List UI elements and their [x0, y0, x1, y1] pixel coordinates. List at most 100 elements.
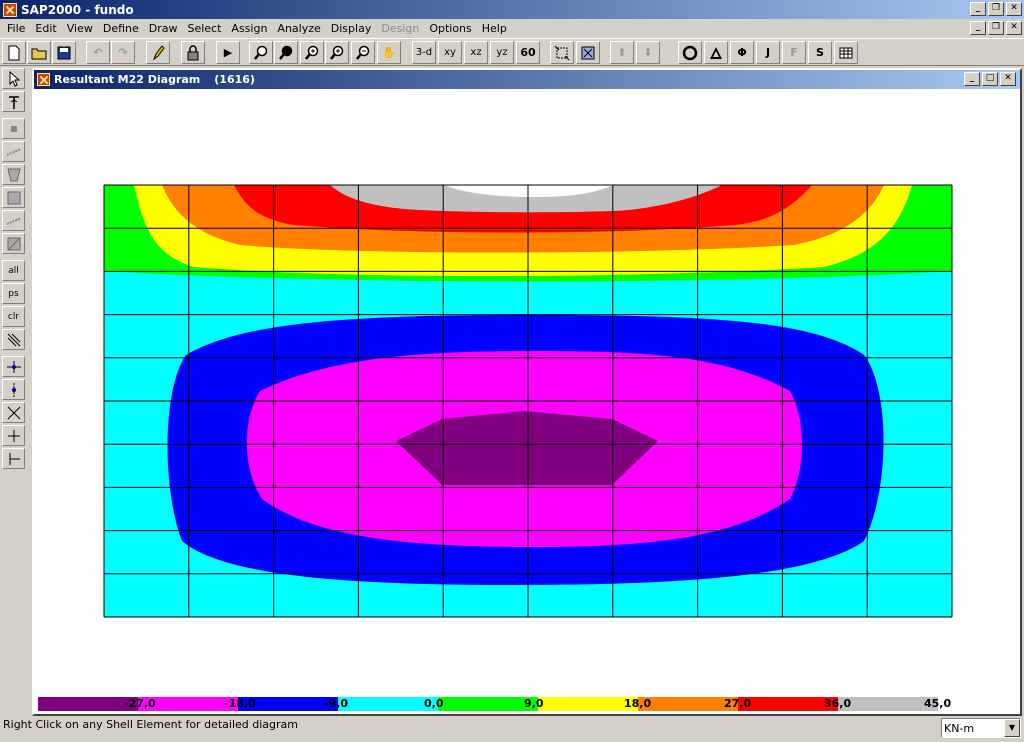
select-region-icon[interactable]	[550, 41, 574, 64]
frame-display-button[interactable]: F	[782, 41, 806, 64]
reshape-icon[interactable]	[2, 91, 25, 112]
restore-icon[interactable]: ❐	[988, 2, 1004, 16]
m22-contour-plot[interactable]	[34, 89, 1020, 714]
open-icon[interactable]	[27, 41, 51, 64]
menu-options[interactable]: Options	[424, 20, 476, 37]
joint-display-button[interactable]: J	[756, 41, 780, 64]
scale-swatch	[38, 697, 138, 711]
undo-icon[interactable]: ↶	[86, 41, 110, 64]
view-xz-button[interactable]: xz	[464, 41, 488, 64]
menu-assign[interactable]: Assign	[226, 20, 272, 37]
clear-select-button[interactable]: clr	[2, 306, 25, 327]
pencil-icon[interactable]	[146, 41, 170, 64]
scale-swatch	[538, 697, 638, 711]
view-3d-button[interactable]: 3-d	[412, 41, 436, 64]
left-toolbar: all ps clr	[0, 66, 27, 480]
zoom-out-icon[interactable]	[351, 41, 375, 64]
units-value: KN-m	[944, 721, 975, 735]
draw-frame-icon[interactable]	[2, 141, 25, 162]
close-icon[interactable]: ✕	[1006, 2, 1022, 16]
move-up-icon[interactable]: ⬆	[610, 41, 634, 64]
scale-label: 36,0	[824, 697, 852, 710]
pointer-icon[interactable]	[2, 68, 25, 89]
lock-icon[interactable]	[181, 41, 205, 64]
draw-joint-icon[interactable]	[2, 118, 25, 139]
table-icon[interactable]	[834, 41, 858, 64]
intersect-icon[interactable]	[2, 329, 25, 350]
status-message: Right Click on any Shell Element for det…	[3, 718, 298, 731]
triangle-display-icon[interactable]	[704, 41, 728, 64]
draw-line-icon[interactable]	[2, 210, 25, 231]
snap-perp-icon[interactable]	[2, 425, 25, 446]
color-scale-bar: -27,0 -18,0 -9,0 0,0 9,0 18,0 27,0 36,0 45,0	[38, 697, 951, 711]
scale-label: 9,0	[524, 697, 544, 710]
minimize-icon[interactable]: _	[970, 2, 986, 16]
select-all-button[interactable]: all	[2, 260, 25, 281]
zoom-in-step-icon[interactable]	[325, 41, 349, 64]
child-maximize-icon[interactable]: □	[982, 72, 998, 86]
units-select[interactable]: KN-m ▼	[941, 718, 1021, 738]
sap-logo-icon	[3, 2, 17, 17]
snap-mid-icon[interactable]	[2, 379, 25, 400]
menu-analyze[interactable]: Analyze	[272, 20, 325, 37]
scale-swatch	[438, 697, 538, 711]
statusbar: Right Click on any Shell Element for det…	[0, 716, 1024, 742]
menu-draw[interactable]: Draw	[144, 20, 183, 37]
zoom-window-icon[interactable]	[249, 41, 273, 64]
view-yz-button[interactable]: yz	[490, 41, 514, 64]
scale-label: 45,0	[924, 697, 952, 710]
snap-point-icon[interactable]	[2, 356, 25, 377]
scale-label: -18,0	[224, 697, 256, 710]
scale-swatch	[838, 697, 938, 711]
draw-rect-icon[interactable]	[2, 187, 25, 208]
new-icon[interactable]	[2, 41, 26, 64]
menubar: File Edit View Define Draw Select Assign…	[0, 19, 1024, 38]
menu-define[interactable]: Define	[98, 20, 144, 37]
scale-label: 0,0	[424, 697, 444, 710]
diagram-window-titlebar: Resultant M22 Diagram (1616) _ □ ✕	[34, 70, 1020, 89]
app-titlebar: SAP2000 - fundo _ ❐ ✕	[0, 0, 1024, 19]
diagram-title: Resultant M22 Diagram	[54, 73, 201, 86]
snap-intersect-icon[interactable]	[2, 402, 25, 423]
view-xy-button[interactable]: xy	[438, 41, 462, 64]
draw-quad-icon[interactable]	[2, 164, 25, 185]
diagram-subtitle: (1616)	[214, 73, 255, 86]
scale-swatch	[738, 697, 838, 711]
menu-help[interactable]: Help	[477, 20, 512, 37]
shell-display-button[interactable]: S	[808, 41, 832, 64]
run-analysis-icon[interactable]: ▶	[216, 41, 240, 64]
circle-display-icon[interactable]	[678, 41, 702, 64]
menu-file[interactable]: File	[2, 20, 30, 37]
zoom-in-icon[interactable]	[300, 41, 324, 64]
menu-select[interactable]: Select	[182, 20, 226, 37]
doc-close-icon[interactable]: ✕	[1006, 21, 1022, 35]
draw-area-icon[interactable]	[2, 233, 25, 254]
window-controls: _ ❐ ✕	[970, 2, 1022, 16]
menu-display[interactable]: Display	[326, 20, 377, 37]
scale-swatch	[638, 697, 738, 711]
phi-display-icon[interactable]: Φ	[730, 41, 754, 64]
select-all-icon[interactable]	[576, 41, 600, 64]
diagram-window-controls: _ □ ✕	[964, 72, 1016, 86]
save-icon[interactable]	[52, 41, 76, 64]
chevron-down-icon[interactable]: ▼	[1004, 719, 1020, 737]
snap-line-icon[interactable]	[2, 448, 25, 469]
menu-edit[interactable]: Edit	[30, 20, 61, 37]
scale-swatch	[338, 697, 438, 711]
pan-icon[interactable]: ✋	[377, 41, 401, 64]
redo-icon[interactable]: ↷	[111, 41, 135, 64]
child-minimize-icon[interactable]: _	[964, 72, 980, 86]
zoom-restore-icon[interactable]	[274, 41, 298, 64]
doc-minimize-icon[interactable]: _	[970, 21, 986, 35]
doc-restore-icon[interactable]: ❐	[988, 21, 1004, 35]
scale-label: -9,0	[324, 697, 349, 710]
app-title: SAP2000 - fundo	[21, 2, 134, 17]
child-close-icon[interactable]: ✕	[1000, 72, 1016, 86]
previous-select-button[interactable]: ps	[2, 283, 25, 304]
scale-label: 27,0	[724, 697, 752, 710]
menu-view[interactable]: View	[62, 20, 98, 37]
diagram-canvas[interactable]: -27,0 -18,0 -9,0 0,0 9,0 18,0 27,0 36,0 45,0	[34, 89, 1020, 714]
scale-label: -27,0	[124, 697, 156, 710]
move-down-icon[interactable]: ⬇	[636, 41, 660, 64]
perspective-icon[interactable]: 60	[516, 41, 540, 64]
